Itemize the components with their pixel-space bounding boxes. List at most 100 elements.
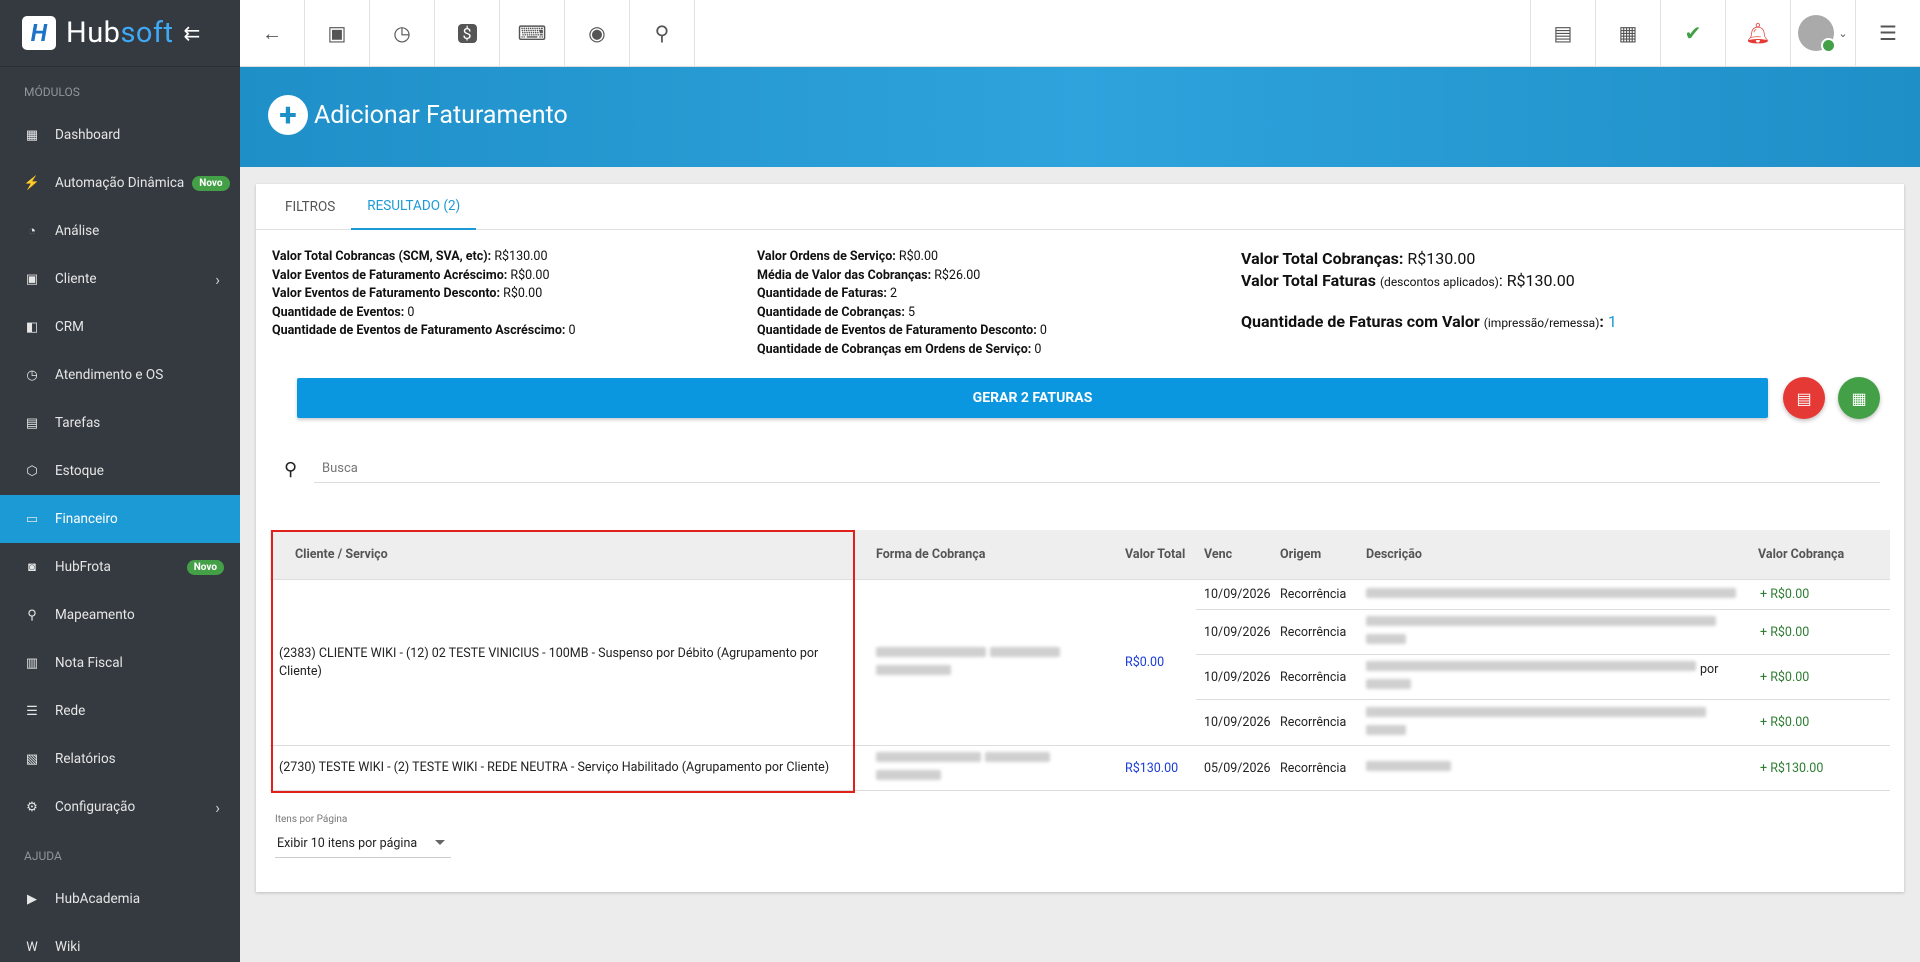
cobrancas-list: 05/09/2026 Recorrência + R$130.00 (1196, 746, 1890, 790)
chevron-right-icon: › (215, 269, 220, 289)
list-menu-button[interactable]: ☰ (1855, 0, 1920, 66)
header-cliente-servico[interactable]: Cliente / Serviço (270, 547, 854, 562)
sidebar-item-relatorios[interactable]: ▧ Relatórios (0, 735, 240, 783)
search-input[interactable] (314, 455, 1880, 483)
cliente-servico-cell: (2730) TESTE WIKI - (2) TESTE WIKI - RED… (279, 760, 830, 775)
contacts-button[interactable]: ▣ (305, 0, 370, 66)
summary-col-1: Valor Total Cobrancas (SCM, SVA, etc): R… (272, 249, 576, 338)
export-excel-button[interactable]: ▦ (1838, 377, 1880, 419)
export-pdf-button[interactable]: ▤ (1783, 377, 1825, 419)
dashboard-icon: ▦ (25, 127, 39, 143)
page-banner: + Adicionar Faturamento (240, 67, 1920, 167)
sidebar-item-automacao[interactable]: ⚡ Automação Dinâmica Novo (0, 159, 240, 207)
menu-collapse-icon[interactable]: ⇇ (184, 21, 201, 45)
header-valor-cobranca[interactable]: Valor Cobrança (1758, 547, 1870, 562)
sidebar-item-tarefas[interactable]: ▤ Tarefas (0, 399, 240, 447)
back-button[interactable]: ← (240, 0, 305, 66)
descricao-cell (1366, 759, 1758, 777)
tasks-check-button[interactable]: ✔ (1660, 0, 1725, 66)
briefcase-button[interactable]: ▦ (1595, 0, 1660, 66)
tab-filtros[interactable]: FILTROS (269, 184, 351, 230)
search-button[interactable]: ⚲ (630, 0, 695, 66)
contact-icon: ▣ (25, 271, 39, 287)
calendar-clock-icon: ◷ (393, 21, 411, 45)
car-icon: ◙ (28, 560, 36, 575)
sidebar-item-atendimento[interactable]: ◷ Atendimento e OS (0, 351, 240, 399)
table-header: Cliente / Serviço Forma de Cobrança Valo… (270, 530, 1890, 580)
summary-col-2: Valor Ordens de Serviço: R$0.00 Média de… (757, 249, 1047, 357)
header-origem[interactable]: Origem (1280, 547, 1366, 562)
file-pdf-icon: ▤ (1796, 388, 1812, 408)
tab-resultado[interactable]: RESULTADO (2) (351, 184, 477, 230)
sidebar-item-configuracao[interactable]: ⚙ Configuração › (0, 783, 240, 831)
header-descricao[interactable]: Descrição (1366, 547, 1758, 562)
table-row[interactable]: (2383) CLIENTE WIKI - (12) 02 TESTE VINI… (270, 580, 1890, 746)
result-card: FILTROS RESULTADO (2) Valor Total Cobran… (256, 184, 1904, 892)
cobrancas-list: 10/09/2026 Recorrência + R$0.00 10/09/20… (1196, 580, 1890, 745)
header-venc[interactable]: Venc (1196, 547, 1280, 562)
cliente-servico-cell: (2383) CLIENTE WIKI - (12) 02 TESTE VINI… (279, 645, 819, 679)
chevron-down-icon: ⌄ (1838, 26, 1848, 40)
terminal-icon: ⌨ (517, 21, 547, 45)
sidebar-item-hubacademia[interactable]: ▶ HubAcademia (0, 875, 240, 923)
descricao-cell: por (1366, 659, 1758, 695)
items-per-page-select[interactable]: Exibir 10 itens por página (275, 830, 451, 858)
generate-invoices-button[interactable]: GERAR 2 FATURAS (297, 378, 1768, 418)
chart-pie-icon: ◔ (28, 224, 36, 239)
section-label-help: AJUDA (24, 849, 62, 863)
sidebar: H Hubsoft ⇇ MÓDULOS ▦ Dashboard ⚡ Automaçã… (0, 0, 240, 962)
dollar-icon: $ (457, 23, 477, 43)
header-valor-total[interactable]: Valor Total (1119, 547, 1196, 562)
billing-table: Cliente / Serviço Forma de Cobrança Valo… (270, 530, 1890, 791)
tasks-icon: ▤ (25, 415, 39, 431)
descricao-cell (1366, 705, 1758, 741)
document-icon: ▥ (25, 655, 39, 671)
sidebar-item-financeiro[interactable]: ▭ Financeiro (0, 495, 240, 543)
chevron-right-icon: › (215, 797, 220, 817)
briefcase-icon: ▦ (1618, 21, 1638, 45)
file-pdf-icon: ▤ (1553, 21, 1573, 45)
crm-icon: ◧ (25, 319, 39, 335)
search-icon: ⚲ (284, 458, 298, 480)
check-message-icon: ✔ (1684, 21, 1702, 45)
sidebar-item-mapeamento[interactable]: ⚲ Mapeamento (0, 591, 240, 639)
finance-icon: ▭ (25, 511, 39, 527)
brand: H Hubsoft ⇇ (0, 0, 240, 67)
notifications-button[interactable]: 🔔︎ (1725, 0, 1790, 66)
schedule-button[interactable]: ◷ (370, 0, 435, 66)
finance-button[interactable]: $ (435, 0, 500, 66)
hubsoft-logo-icon[interactable]: H (22, 16, 56, 50)
descricao-cell (1366, 586, 1758, 604)
terminal-button[interactable]: ⌨ (500, 0, 565, 66)
wiki-icon: W (26, 939, 38, 955)
sidebar-item-hubfrota[interactable]: ◙ HubFrota Novo (0, 543, 240, 591)
bell-icon: 🔔︎ (1745, 21, 1771, 45)
sidebar-item-analise[interactable]: ◔ Análise (0, 207, 240, 255)
summary-totals: Valor Total Cobranças: R$130.00 Valor To… (1241, 249, 1617, 331)
sidebar-item-rede[interactable]: ☰ Rede (0, 687, 240, 735)
header-forma-cobranca[interactable]: Forma de Cobrança (854, 547, 1119, 562)
avatar (1798, 15, 1837, 53)
map-pin-icon: ⚲ (27, 607, 37, 623)
clock-icon: ◷ (26, 367, 38, 383)
list-icon: ☰ (1879, 21, 1897, 45)
cobranca-row[interactable]: 10/09/2026 Recorrência + R$0.00 (1196, 580, 1890, 610)
table-row[interactable]: (2730) TESTE WIKI - (2) TESTE WIKI - RED… (270, 746, 1890, 791)
cobranca-row[interactable]: 10/09/2026 Recorrência + R$0.00 (1196, 700, 1890, 745)
sidebar-item-wiki[interactable]: W Wiki (0, 923, 240, 962)
sidebar-item-estoque[interactable]: ⬡ Estoque (0, 447, 240, 495)
cobranca-row[interactable]: 10/09/2026 Recorrência por + R$0.00 (1196, 655, 1890, 700)
cobranca-row[interactable]: 05/09/2026 Recorrência + R$130.00 (1196, 746, 1890, 790)
sidebar-item-dashboard[interactable]: ▦ Dashboard (0, 111, 240, 159)
sidebar-item-nota-fiscal[interactable]: ▥ Nota Fiscal (0, 639, 240, 687)
cobranca-row[interactable]: 10/09/2026 Recorrência + R$0.00 (1196, 610, 1890, 655)
user-menu-button[interactable]: ⌄ (1790, 0, 1855, 66)
pdf-button[interactable]: ▤ (1530, 0, 1595, 66)
sidebar-item-cliente[interactable]: ▣ Cliente › (0, 255, 240, 303)
sidebar-item-crm[interactable]: ◧ CRM (0, 303, 240, 351)
box-icon: ⬡ (26, 463, 38, 479)
contact-card-icon: ▣ (327, 21, 347, 45)
new-badge: Novo (192, 175, 230, 191)
view-button[interactable]: ◉ (565, 0, 630, 66)
caret-down-icon (435, 840, 445, 845)
